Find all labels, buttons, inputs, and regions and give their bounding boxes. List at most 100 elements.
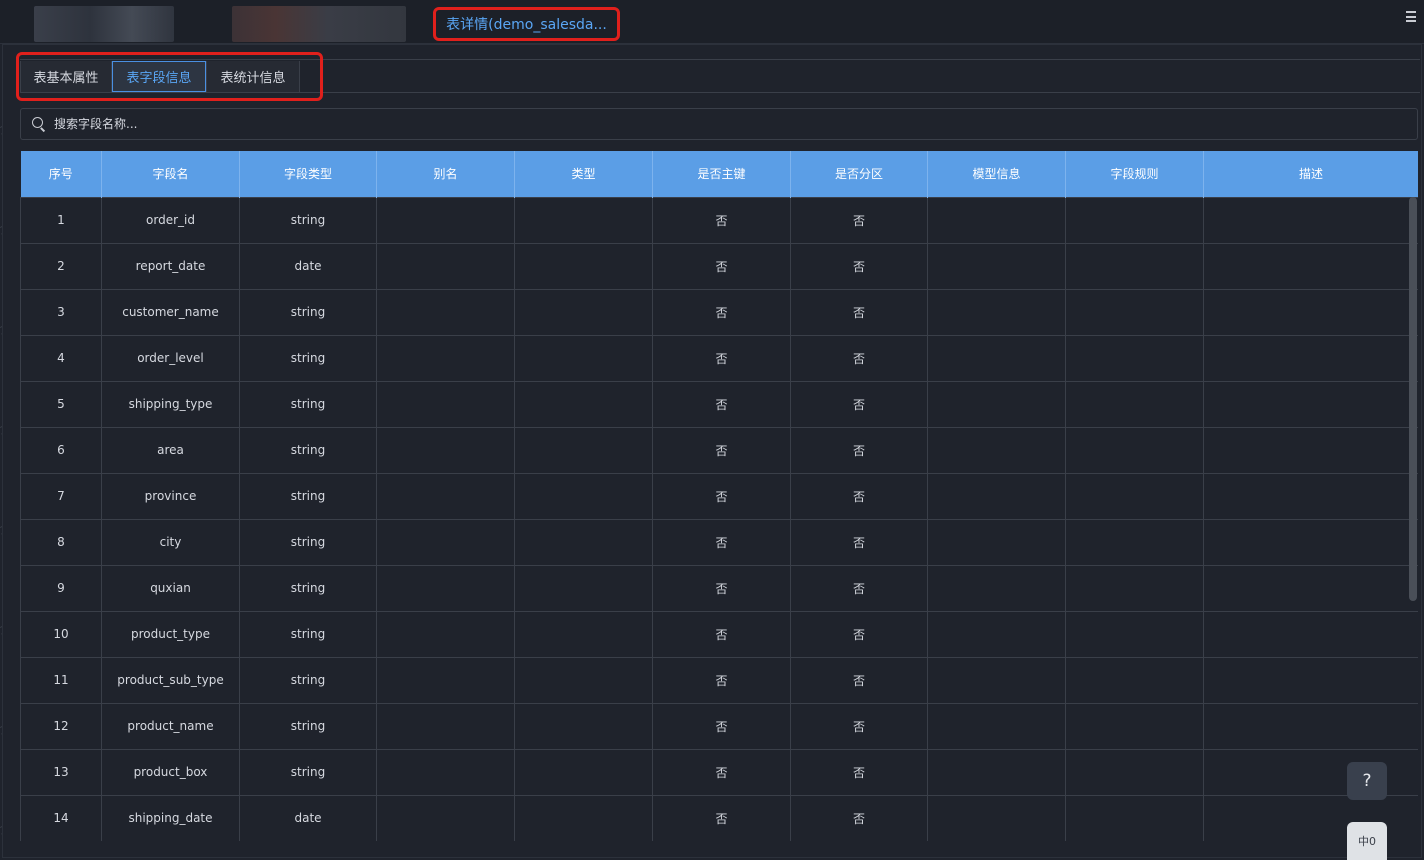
table-cell: 12: [20, 702, 102, 750]
column-header: 字段名: [101, 151, 240, 197]
table-row[interactable]: 1 order_id string 否否: [20, 196, 1418, 244]
table-cell: 否: [790, 472, 928, 520]
table-cell: report_date: [101, 242, 240, 290]
search-input[interactable]: [54, 117, 654, 131]
table-cell: [376, 748, 515, 796]
table-row[interactable]: 2 report_date date 否否: [20, 242, 1418, 290]
menu-icon[interactable]: [1406, 11, 1416, 22]
table-row[interactable]: 14 shipping_date date 否否: [20, 794, 1418, 841]
table-cell: [927, 288, 1066, 336]
table-cell: [376, 242, 515, 290]
table-row[interactable]: 7 province string 否否: [20, 472, 1418, 520]
table-row[interactable]: 4 order_level string 否否: [20, 334, 1418, 382]
floating-tool-button[interactable]: 中0: [1347, 822, 1387, 860]
table-cell: 否: [790, 196, 928, 244]
table-cell: [1065, 426, 1204, 474]
search-icon: [32, 117, 46, 131]
table-cell: [376, 196, 515, 244]
table-row[interactable]: 12 product_name string 否否: [20, 702, 1418, 750]
table-cell: [927, 564, 1066, 612]
table-cell: order_id: [101, 196, 240, 244]
column-header: 别名: [376, 151, 515, 197]
table-cell: [1203, 656, 1418, 704]
table-cell: [1203, 472, 1418, 520]
field-table: 序号 字段名 字段类型 别名 类型 是否主键 是否分区 模型信息 字段规则 描述 1 order_i…: [20, 151, 1418, 841]
table-row[interactable]: 6 area string 否否: [20, 426, 1418, 474]
table-cell: [1203, 380, 1418, 428]
page-title[interactable]: 表详情(demo_salesda...: [446, 14, 607, 34]
table-cell: [1203, 564, 1418, 612]
table-cell: [927, 426, 1066, 474]
table-cell: [927, 196, 1066, 244]
table-cell: string: [239, 518, 377, 566]
table-row[interactable]: 10 product_type string 否否: [20, 610, 1418, 658]
top-bar: 表详情(demo_salesda...: [0, 0, 1424, 44]
tabs-highlight: [16, 52, 323, 101]
table-cell: 否: [652, 610, 791, 658]
table-cell: [1065, 334, 1204, 382]
table-row[interactable]: 8 city string 否否: [20, 518, 1418, 566]
table-cell: customer_name: [101, 288, 240, 336]
table-cell: area: [101, 426, 240, 474]
table-cell: [514, 656, 653, 704]
table-cell: [514, 426, 653, 474]
table-cell: 否: [652, 472, 791, 520]
table-row[interactable]: 11 product_sub_type string 否否: [20, 656, 1418, 704]
table-cell: [514, 242, 653, 290]
table-cell: 否: [790, 242, 928, 290]
table-cell: 3: [20, 288, 102, 336]
table-cell: shipping_date: [101, 794, 240, 841]
table-row[interactable]: 3 customer_name string 否否: [20, 288, 1418, 336]
table-cell: 否: [790, 702, 928, 750]
table-cell: [1203, 242, 1418, 290]
table-cell: string: [239, 472, 377, 520]
table-body: 1 order_id string 否否 2 report_date date 否否 3 cust…: [20, 196, 1418, 841]
table-cell: 否: [790, 748, 928, 796]
table-cell: [514, 564, 653, 612]
table-cell: 11: [20, 656, 102, 704]
blurred-breadcrumb: [34, 6, 174, 42]
table-cell: date: [239, 794, 377, 841]
table-cell: [376, 564, 515, 612]
table-cell: 否: [790, 288, 928, 336]
title-highlight[interactable]: 表详情(demo_salesda...: [433, 7, 620, 41]
table-cell: [376, 334, 515, 382]
table-row[interactable]: 5 shipping_type string 否否: [20, 380, 1418, 428]
table-cell: 否: [652, 334, 791, 382]
table-cell: product_box: [101, 748, 240, 796]
search-box[interactable]: [20, 108, 1418, 140]
table-cell: string: [239, 196, 377, 244]
table-row[interactable]: 13 product_box string 否否: [20, 748, 1418, 796]
table-cell: string: [239, 610, 377, 658]
table-cell: [927, 748, 1066, 796]
table-cell: [376, 610, 515, 658]
table-cell: product_sub_type: [101, 656, 240, 704]
table-cell: [1065, 794, 1204, 841]
table-cell: [927, 656, 1066, 704]
table-row[interactable]: 9 quxian string 否否: [20, 564, 1418, 612]
vertical-scrollbar[interactable]: [1409, 197, 1417, 601]
table-cell: [1065, 702, 1204, 750]
column-header: 是否分区: [790, 151, 928, 197]
table-cell: [1065, 656, 1204, 704]
table-cell: [927, 380, 1066, 428]
table-cell: [1203, 288, 1418, 336]
table-cell: [1203, 518, 1418, 566]
help-button[interactable]: ?: [1347, 762, 1387, 800]
table-cell: quxian: [101, 564, 240, 612]
table-cell: 否: [652, 196, 791, 244]
table-cell: [514, 196, 653, 244]
table-cell: [514, 472, 653, 520]
column-header: 序号: [20, 151, 102, 197]
table-cell: shipping_type: [101, 380, 240, 428]
table-cell: product_name: [101, 702, 240, 750]
table-cell: 14: [20, 794, 102, 841]
table-cell: date: [239, 242, 377, 290]
table-cell: [376, 656, 515, 704]
table-cell: 8: [20, 518, 102, 566]
table-cell: string: [239, 702, 377, 750]
table-cell: [514, 518, 653, 566]
table-cell: [514, 610, 653, 658]
table-cell: 6: [20, 426, 102, 474]
table-cell: [1203, 196, 1418, 244]
